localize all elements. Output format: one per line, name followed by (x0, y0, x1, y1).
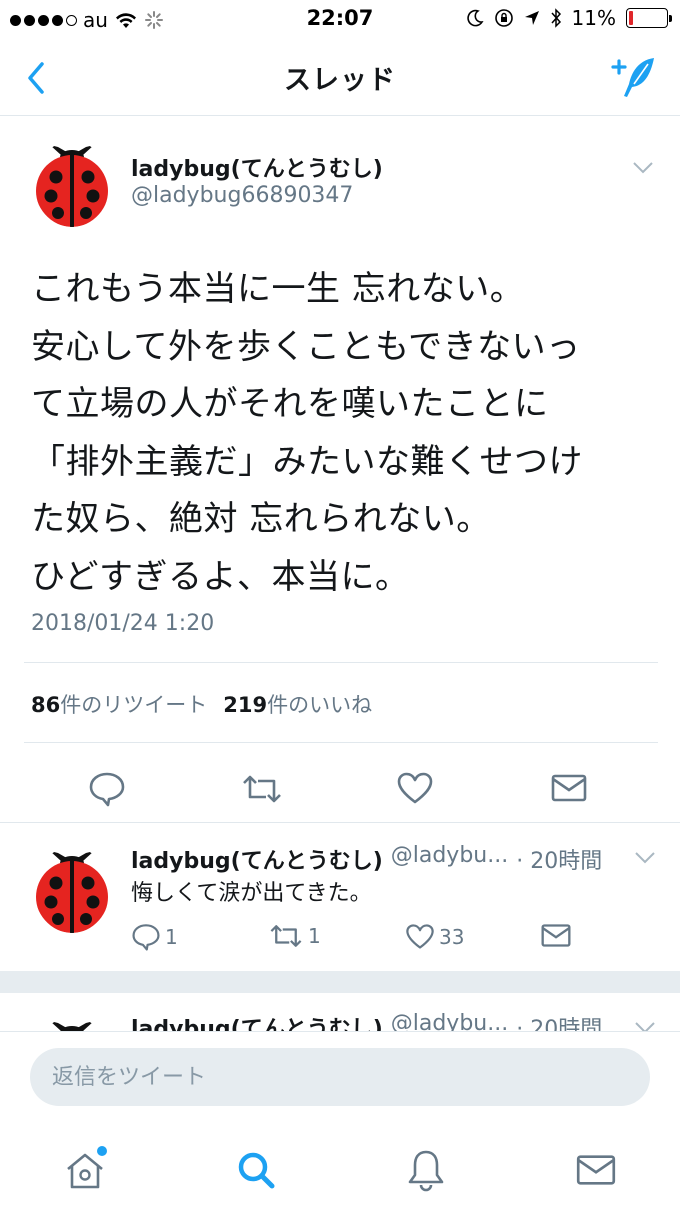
tweet-stats: 86件のリツイート 219件のいいね (31, 689, 372, 719)
orientation-lock-icon (494, 9, 513, 27)
author-name[interactable]: ladybug(てんとうむし) (131, 1011, 383, 1031)
reply-time: · 20時間 (516, 849, 603, 874)
retweet-stat[interactable]: 86件のリツイート (31, 689, 207, 719)
author-name[interactable]: ladybug(てんとうむし) (131, 843, 383, 875)
avatar-ladybug[interactable] (34, 847, 110, 933)
moon-icon (466, 9, 484, 27)
like-heart-icon (406, 924, 434, 949)
chevron-down-icon[interactable] (634, 1021, 656, 1031)
notifications-tab[interactable] (396, 1140, 456, 1200)
message-action[interactable] (541, 923, 571, 948)
reply-icon[interactable] (88, 771, 126, 807)
avatar-ladybug[interactable] (34, 141, 110, 227)
reply-count: 1 (165, 925, 178, 949)
divider (24, 742, 658, 743)
reply-composer (0, 1031, 680, 1209)
tweet-actions (0, 761, 680, 823)
author-name[interactable]: ladybug(てんとうむし) (131, 151, 383, 183)
envelope-icon (576, 1155, 616, 1185)
tab-bar (0, 1128, 680, 1209)
like-stat[interactable]: 219件のいいね (223, 689, 372, 719)
like-heart-icon[interactable] (396, 771, 434, 805)
bell-icon (408, 1150, 444, 1192)
direct-message-icon (541, 924, 571, 947)
reply-icon (132, 924, 160, 951)
chevron-down-icon[interactable] (632, 161, 654, 175)
battery-percent: 11% (571, 6, 616, 30)
like-count: 33 (439, 924, 465, 949)
notification-dot (97, 1146, 107, 1156)
reply-time: · 20時間 (516, 1017, 603, 1031)
messages-tab[interactable] (566, 1140, 626, 1200)
tweet-text: これもう本当に一生 忘れない。 安心して外を歩くこともできないっ て立場の人がそ… (31, 269, 583, 597)
reply-header: ladybug(てんとうむし) @ladybu... · 20時間 (131, 1011, 602, 1031)
tweet-timestamp: 2018/01/24 1:20 (31, 611, 215, 636)
author-handle[interactable]: @ladybu... (391, 1011, 508, 1031)
retweet-count: 1 (308, 924, 321, 948)
retweet-icon[interactable] (240, 773, 284, 805)
author-handle[interactable]: @ladybug66890347 (131, 183, 353, 208)
nav-bar: スレッド (0, 40, 680, 116)
like-action[interactable]: 33 (405, 923, 464, 950)
home-tab[interactable] (55, 1140, 115, 1200)
reply-text: 悔しくて涙が出てきた。 (131, 881, 372, 906)
reply-header: ladybug(てんとうむし) @ladybu... · 20時間 (131, 843, 602, 875)
bluetooth-icon (550, 8, 561, 28)
retweet-action[interactable]: 1 (268, 923, 321, 949)
reply-input[interactable] (30, 1048, 650, 1106)
location-arrow-icon (524, 11, 539, 25)
retweet-icon (270, 925, 302, 947)
thread-separator (0, 971, 680, 993)
divider (24, 662, 658, 663)
author-handle[interactable]: @ladybu... (391, 843, 508, 875)
status-right: 11% (466, 6, 672, 30)
reply-actions: 1 1 33 (131, 923, 591, 959)
reply-action[interactable]: 1 (131, 923, 178, 951)
compose-tweet-icon[interactable] (610, 54, 658, 100)
chevron-down-icon[interactable] (634, 851, 656, 865)
direct-message-icon[interactable] (551, 773, 587, 803)
reply-tweet[interactable]: ladybug(てんとうむし) @ladybu... · 20時間 悔しくて涙が… (0, 823, 680, 971)
battery-icon (626, 8, 672, 28)
avatar-ladybug[interactable] (34, 1017, 110, 1031)
search-icon (238, 1152, 275, 1189)
reply-tweet[interactable]: ladybug(てんとうむし) @ladybu... · 20時間 (0, 993, 680, 1031)
search-tab[interactable] (226, 1140, 286, 1200)
battery-level-fill (629, 11, 633, 25)
status-bar: au 22:07 11% (0, 0, 680, 40)
page-title: スレッド (284, 65, 396, 96)
